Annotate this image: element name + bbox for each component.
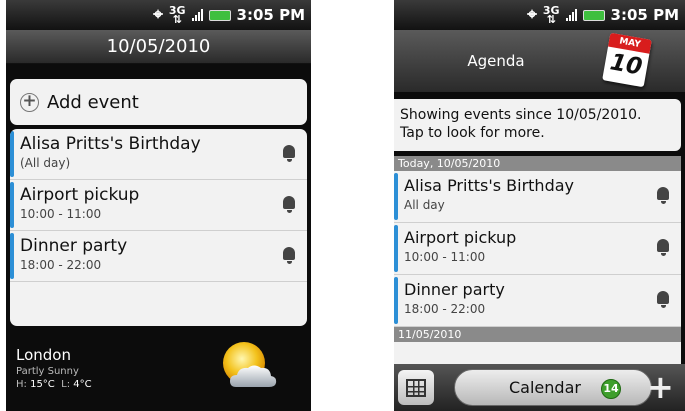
event-time: All day xyxy=(404,198,445,212)
event-item[interactable]: Alisa Pritts's Birthday All day xyxy=(394,171,681,223)
status-time: 3:05 PM xyxy=(610,6,679,24)
page-title: Agenda xyxy=(467,52,525,70)
network-3g-icon: 3G ⇅ xyxy=(168,4,186,26)
event-color-bar xyxy=(10,182,14,228)
event-title: Airport pickup xyxy=(20,185,140,205)
event-time: (All day) xyxy=(20,156,71,170)
weather-widget[interactable]: London Partly Sunny H: 15°C L: 4°C xyxy=(6,331,311,411)
day-view-screen: ⌖ 3G ⇅ 3:05 PM 10/05/2010 + Add event Ali… xyxy=(6,0,311,411)
gps-icon: ⌖ xyxy=(153,5,163,25)
reminder-bell-icon xyxy=(657,239,669,256)
reminder-bell-icon xyxy=(657,291,669,308)
plus-circle-icon: + xyxy=(20,92,39,112)
calendar-tab-label: Calendar xyxy=(509,378,581,397)
add-event-plus-button[interactable]: + xyxy=(647,368,674,406)
battery-icon xyxy=(582,9,605,21)
event-color-bar xyxy=(394,277,398,324)
day-header: 11/05/2010 xyxy=(394,327,681,342)
gps-icon: ⌖ xyxy=(527,5,537,25)
date-header: 10/05/2010 xyxy=(6,30,311,64)
calendar-tab-button[interactable]: Calendar 14 xyxy=(454,369,652,406)
reminder-bell-icon xyxy=(283,145,295,162)
add-event-button[interactable]: + Add event xyxy=(10,79,307,125)
load-more-notice[interactable]: Showing events since 10/05/2010. Tap to … xyxy=(394,99,681,151)
event-item[interactable]: Alisa Pritts's Birthday (All day) xyxy=(10,129,307,180)
event-title: Alisa Pritts's Birthday xyxy=(404,176,574,195)
reminder-bell-icon xyxy=(657,187,669,204)
add-event-label: Add event xyxy=(47,91,139,113)
event-item[interactable]: Airport pickup 10:00 - 11:00 xyxy=(10,180,307,231)
event-item[interactable]: Airport pickup 10:00 - 11:00 xyxy=(394,223,681,275)
day-header: Today, 10/05/2010 xyxy=(394,156,681,171)
event-title: Airport pickup xyxy=(404,228,517,247)
event-time: 10:00 - 11:00 xyxy=(20,207,102,221)
status-bar: ⌖ 3G ⇅ 3:05 PM xyxy=(394,0,685,30)
agenda-list: Today, 10/05/2010 Alisa Pritts's Birthda… xyxy=(394,156,681,364)
agenda-header: Agenda MAY 10 xyxy=(394,30,685,92)
calendar-grid-icon xyxy=(406,378,426,397)
event-time: 18:00 - 22:00 xyxy=(20,258,102,272)
event-count-badge: 14 xyxy=(601,379,621,399)
event-color-bar xyxy=(394,173,398,220)
network-3g-icon: 3G ⇅ xyxy=(542,4,560,26)
temp-high: 15°C xyxy=(30,379,55,390)
calendar-icon: MAY 10 xyxy=(602,32,652,88)
temp-low: 4°C xyxy=(73,379,92,390)
agenda-view-screen: ⌖ 3G ⇅ 3:05 PM Agenda MAY 10 Showing even… xyxy=(394,0,685,411)
event-list: Alisa Pritts's Birthday (All day) Airpor… xyxy=(10,129,307,326)
battery-icon xyxy=(208,9,231,21)
event-title: Dinner party xyxy=(20,236,128,256)
status-bar: ⌖ 3G ⇅ 3:05 PM xyxy=(6,0,311,30)
bottom-toolbar: Calendar 14 + xyxy=(394,364,685,411)
event-color-bar xyxy=(10,233,14,279)
reminder-bell-icon xyxy=(283,196,295,213)
event-title: Dinner party xyxy=(404,280,505,299)
event-title: Alisa Pritts's Birthday xyxy=(20,134,201,154)
event-color-bar xyxy=(394,225,398,272)
month-view-button[interactable] xyxy=(398,370,434,405)
signal-icon xyxy=(191,9,203,21)
event-time: 18:00 - 22:00 xyxy=(404,302,486,316)
event-color-bar xyxy=(10,131,14,177)
reminder-bell-icon xyxy=(283,247,295,264)
signal-icon xyxy=(565,9,577,21)
event-item[interactable]: Dinner party 18:00 - 22:00 xyxy=(10,231,307,282)
partly-sunny-icon xyxy=(223,342,277,387)
event-time: 10:00 - 11:00 xyxy=(404,250,486,264)
event-item[interactable]: Dinner party 18:00 - 22:00 xyxy=(394,275,681,327)
status-time: 3:05 PM xyxy=(236,6,305,24)
